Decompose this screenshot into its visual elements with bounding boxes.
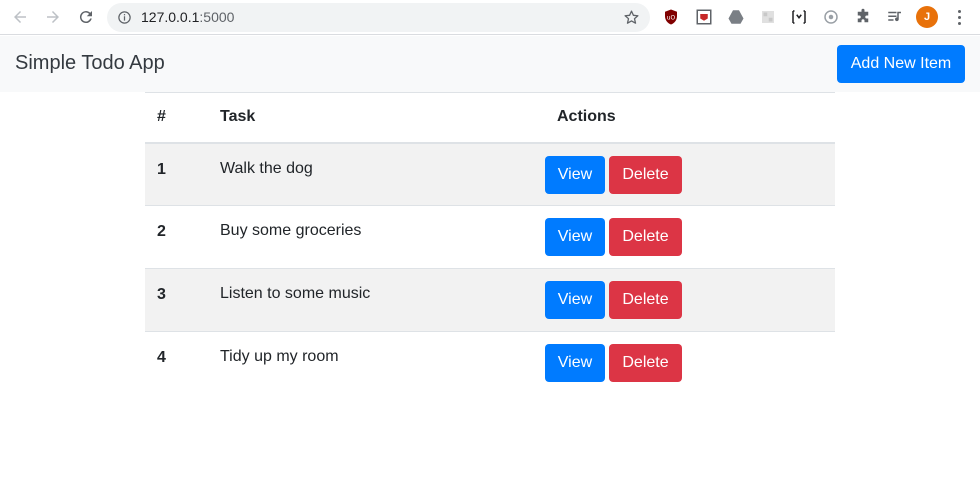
reload-icon[interactable] — [75, 6, 97, 28]
app-navbar: Simple Todo App Add New Item — [0, 36, 980, 92]
extension-icon[interactable] — [790, 8, 808, 26]
address-bar[interactable]: 127.0.0.1:5000 — [107, 3, 650, 32]
row-actions: View Delete — [545, 205, 835, 269]
menu-icon[interactable] — [955, 8, 963, 26]
view-button[interactable]: View — [545, 344, 605, 382]
extension-icon[interactable] — [759, 8, 777, 26]
ublock-extension-icon[interactable]: uO — [662, 8, 680, 26]
extension-icon[interactable] — [695, 8, 713, 26]
delete-button[interactable]: Delete — [609, 344, 682, 382]
add-new-item-button[interactable]: Add New Item — [837, 45, 965, 83]
forward-icon[interactable] — [42, 6, 64, 28]
puzzle-extensions-icon[interactable] — [854, 8, 872, 26]
table-header-row: # Task Actions — [145, 92, 835, 144]
header-number: # — [145, 92, 208, 144]
row-number: 3 — [145, 268, 208, 332]
todo-table: # Task Actions 1 Walk the dog View Delete… — [145, 92, 835, 395]
table-row: 1 Walk the dog View Delete — [145, 142, 835, 206]
header-task: Task — [208, 92, 545, 144]
task-text: Buy some groceries — [208, 205, 545, 269]
url-text[interactable]: 127.0.0.1:5000 — [141, 9, 234, 25]
row-actions: View Delete — [545, 268, 835, 332]
task-text: Walk the dog — [208, 142, 545, 206]
delete-button[interactable]: Delete — [609, 281, 682, 319]
view-button[interactable]: View — [545, 155, 605, 194]
app-brand[interactable]: Simple Todo App — [15, 52, 165, 75]
row-actions: View Delete — [545, 331, 835, 395]
view-button[interactable]: View — [545, 281, 605, 319]
media-queue-icon[interactable] — [886, 8, 904, 26]
drive-extension-icon[interactable] — [727, 8, 745, 26]
task-text: Listen to some music — [208, 268, 545, 332]
table-row: 3 Listen to some music View Delete — [145, 268, 835, 332]
task-text: Tidy up my room — [208, 331, 545, 395]
row-actions: View Delete — [545, 142, 835, 206]
star-icon[interactable] — [623, 9, 640, 26]
profile-avatar[interactable]: J — [916, 6, 938, 28]
row-number: 1 — [145, 142, 208, 206]
back-icon[interactable] — [9, 6, 31, 28]
extension-icon[interactable] — [822, 8, 840, 26]
row-number: 4 — [145, 331, 208, 395]
delete-button[interactable]: Delete — [609, 155, 682, 194]
table-row: 2 Buy some groceries View Delete — [145, 205, 835, 269]
table-row: 4 Tidy up my room View Delete — [145, 331, 835, 395]
svg-text:uO: uO — [667, 14, 676, 21]
info-icon[interactable] — [117, 10, 132, 25]
view-button[interactable]: View — [545, 218, 605, 256]
delete-button[interactable]: Delete — [609, 218, 682, 256]
header-actions: Actions — [545, 92, 835, 144]
row-number: 2 — [145, 205, 208, 269]
browser-toolbar: 127.0.0.1:5000 uO J — [0, 0, 980, 35]
